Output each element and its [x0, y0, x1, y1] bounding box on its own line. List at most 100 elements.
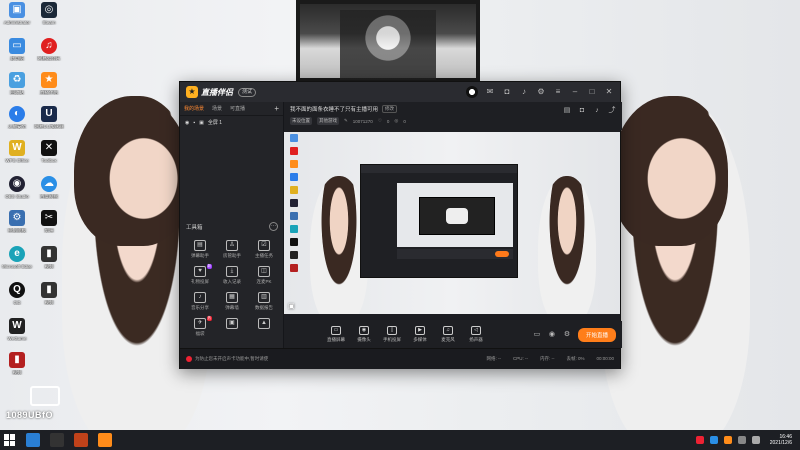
desktop-icon[interactable]: ◉ OBS Studio	[0, 176, 34, 210]
message-icon[interactable]: ✉	[485, 87, 495, 97]
tool-music[interactable]: ♪ 音乐分享	[184, 292, 216, 311]
tray-app-icon[interactable]	[709, 436, 718, 444]
desktop-icon[interactable]: ▮ 视频	[32, 246, 66, 280]
tab-my-scenes[interactable]: 我的场景	[184, 105, 204, 112]
desktop-icon[interactable]: U 网易UU加速器	[32, 106, 66, 140]
camera-button[interactable]: ◉ 摄像头	[350, 326, 378, 343]
wegame-icon: W	[9, 318, 25, 334]
minimize-icon[interactable]: –	[570, 87, 580, 97]
desktop-icon[interactable]: Q QQ	[0, 282, 34, 316]
preview-eye-icon[interactable]: ◉	[548, 331, 556, 339]
gift-icon[interactable]: ◘	[502, 87, 512, 97]
maximize-icon[interactable]: □	[587, 87, 597, 97]
recycle-bin-icon: ♻	[9, 72, 25, 88]
menu-icon[interactable]: ≡	[553, 87, 563, 97]
pencil-icon[interactable]: ✎	[344, 118, 348, 124]
network-icon[interactable]	[737, 436, 746, 444]
tool-label: 收入记录	[223, 279, 241, 284]
desktop-icon[interactable]: W WPS Office	[0, 140, 34, 174]
desktop-icon[interactable]: ▮ 视频	[0, 352, 34, 386]
volume-icon[interactable]	[751, 436, 760, 444]
desktop-icon-label: 控制面板	[8, 228, 26, 233]
watermark-logo	[30, 386, 60, 406]
add-scene-icon[interactable]: +	[274, 104, 279, 113]
lock-icon[interactable]: ▪	[193, 120, 195, 126]
microphone-button[interactable]: ♫ 麦克风	[434, 326, 462, 343]
taskbar-obs-icon[interactable]	[50, 433, 64, 447]
desktop-icon[interactable]: W WeGame	[0, 318, 34, 352]
tool-income[interactable]: ⤓ 收入记录	[216, 266, 248, 285]
clipboard-icon[interactable]: ▤	[563, 107, 571, 115]
taskbar-live-icon[interactable]	[74, 433, 88, 447]
tool-gift[interactable]: ♥ 新礼物投屏	[184, 264, 216, 285]
settings-icon[interactable]: ⚙	[536, 87, 546, 97]
administrator-icon: ▣	[9, 2, 25, 18]
camera-icon: ◉	[359, 326, 369, 335]
tab-live[interactable]: 可直播	[230, 105, 245, 112]
tool-danmaku-wall[interactable]: ▦ 弹幕墙	[216, 292, 248, 311]
taskbar-edge-icon[interactable]	[26, 433, 40, 447]
tray-app-icon[interactable]	[695, 436, 704, 444]
scene-item[interactable]: ◉ ▪ ▣ 全屏 1	[180, 116, 283, 129]
start-live-button[interactable]: 开始直播	[577, 327, 616, 342]
desktop-icon[interactable]: ✂ 剪映	[32, 210, 66, 244]
steam-icon: ◎	[41, 2, 57, 18]
location-tag[interactable]: 未设位置	[290, 117, 312, 125]
edit-title-button[interactable]: 修改	[382, 105, 398, 113]
computer-icon: ▭	[9, 38, 25, 54]
tool-data-report[interactable]: ▥ 数据报告	[248, 292, 280, 311]
tool-label: 数据报告	[255, 305, 273, 310]
tool-label: 福袋	[195, 331, 205, 336]
tool-tasks[interactable]: ☑ 主播任务	[248, 240, 280, 259]
speaker-button[interactable]: ◁ 扬声器	[462, 326, 490, 343]
eye-icon[interactable]: ◉	[185, 120, 189, 126]
tray-app-icon[interactable]	[723, 436, 732, 444]
desktop-icon-label: 视频	[12, 370, 22, 375]
desktop-icon[interactable]: e Microsoft Edge	[0, 246, 34, 280]
tab-scenes[interactable]: 场景	[212, 105, 222, 112]
version-badge[interactable]: 测试	[238, 87, 257, 97]
notification-icon[interactable]: ♪	[593, 107, 601, 115]
clock[interactable]: 16:46 2021/12/6	[770, 434, 792, 446]
live-settings-icon[interactable]: ⚙	[563, 331, 571, 339]
phone-cast-button[interactable]: ▯ 手机投屏	[378, 326, 406, 343]
like-icon: ♡	[377, 118, 382, 123]
more-icon[interactable]: ···	[269, 222, 278, 231]
phone-icon: ▯	[387, 326, 397, 335]
window-titlebar: ★ 直播伴侣 测试 ✉ ◘ ♪ ⚙ ≡ – □ ✕	[180, 82, 620, 102]
desktop-icon[interactable]: ☁ 百度网盘	[32, 176, 66, 210]
desktop-icon[interactable]: ★ 直播伴侣	[32, 72, 66, 106]
desktop-icon[interactable]: ⚙ 控制面板	[0, 210, 34, 244]
start-button-icon[interactable]	[4, 434, 16, 446]
desktop-icon[interactable]: ◎ Steam	[32, 2, 66, 36]
desktop-icon[interactable]: ✕ Toolbox	[32, 140, 66, 174]
gift-box-icon[interactable]: ◘	[578, 107, 586, 115]
screen-capture-button[interactable]: ▭ 直播屏幕	[322, 326, 350, 343]
media-button[interactable]: ▶ 多媒体	[406, 326, 434, 343]
tool-extra-2[interactable]: ▲	[248, 318, 280, 337]
desktop-icon[interactable]: ▣ Administrator	[0, 2, 34, 36]
share-icon[interactable]: ⤴	[608, 107, 616, 115]
tool-room-admin[interactable]: ♙ 房管助手	[216, 240, 248, 259]
category-tag[interactable]: 其他游戏	[317, 117, 339, 125]
desktop-icon[interactable]: ♻ 回收站	[0, 72, 34, 106]
desktop-icon[interactable]: ▭ 此电脑	[0, 38, 34, 72]
report-icon: ▥	[258, 292, 270, 303]
close-icon[interactable]: ✕	[604, 87, 614, 97]
monitor-icon: ▭	[331, 326, 341, 335]
user-avatar[interactable]	[466, 86, 478, 98]
tool-pk[interactable]: ◫ 连麦PK	[248, 266, 280, 285]
desktop-icon[interactable]: ▮ 视频	[32, 282, 66, 316]
tool-danmaku[interactable]: ▤ 弹幕助手	[184, 240, 216, 259]
tool-lucky-bag[interactable]: ✈ 热福袋	[184, 316, 216, 337]
record-icon[interactable]: ▭	[533, 331, 541, 339]
tool-extra-1[interactable]: ▣	[216, 318, 248, 337]
stream-info-header: 我不面的面条衣睡不了只有主播可用 修改 未设位置 其他游戏 ✎ 10071270…	[284, 102, 622, 130]
notice[interactable]: 为防止您未开启声卡功能中,暂时请使	[186, 356, 268, 362]
desktop-icon[interactable]: ♫ 网易云音乐	[32, 38, 66, 72]
taskbar-companion-icon[interactable]	[98, 433, 112, 447]
live-preview-canvas[interactable]: ▣	[284, 132, 620, 320]
toolbox-title: 工具箱	[186, 224, 203, 231]
desktop-icon[interactable]: ◐ 火绒安全	[0, 106, 34, 140]
bell-icon[interactable]: ♪	[519, 87, 529, 97]
